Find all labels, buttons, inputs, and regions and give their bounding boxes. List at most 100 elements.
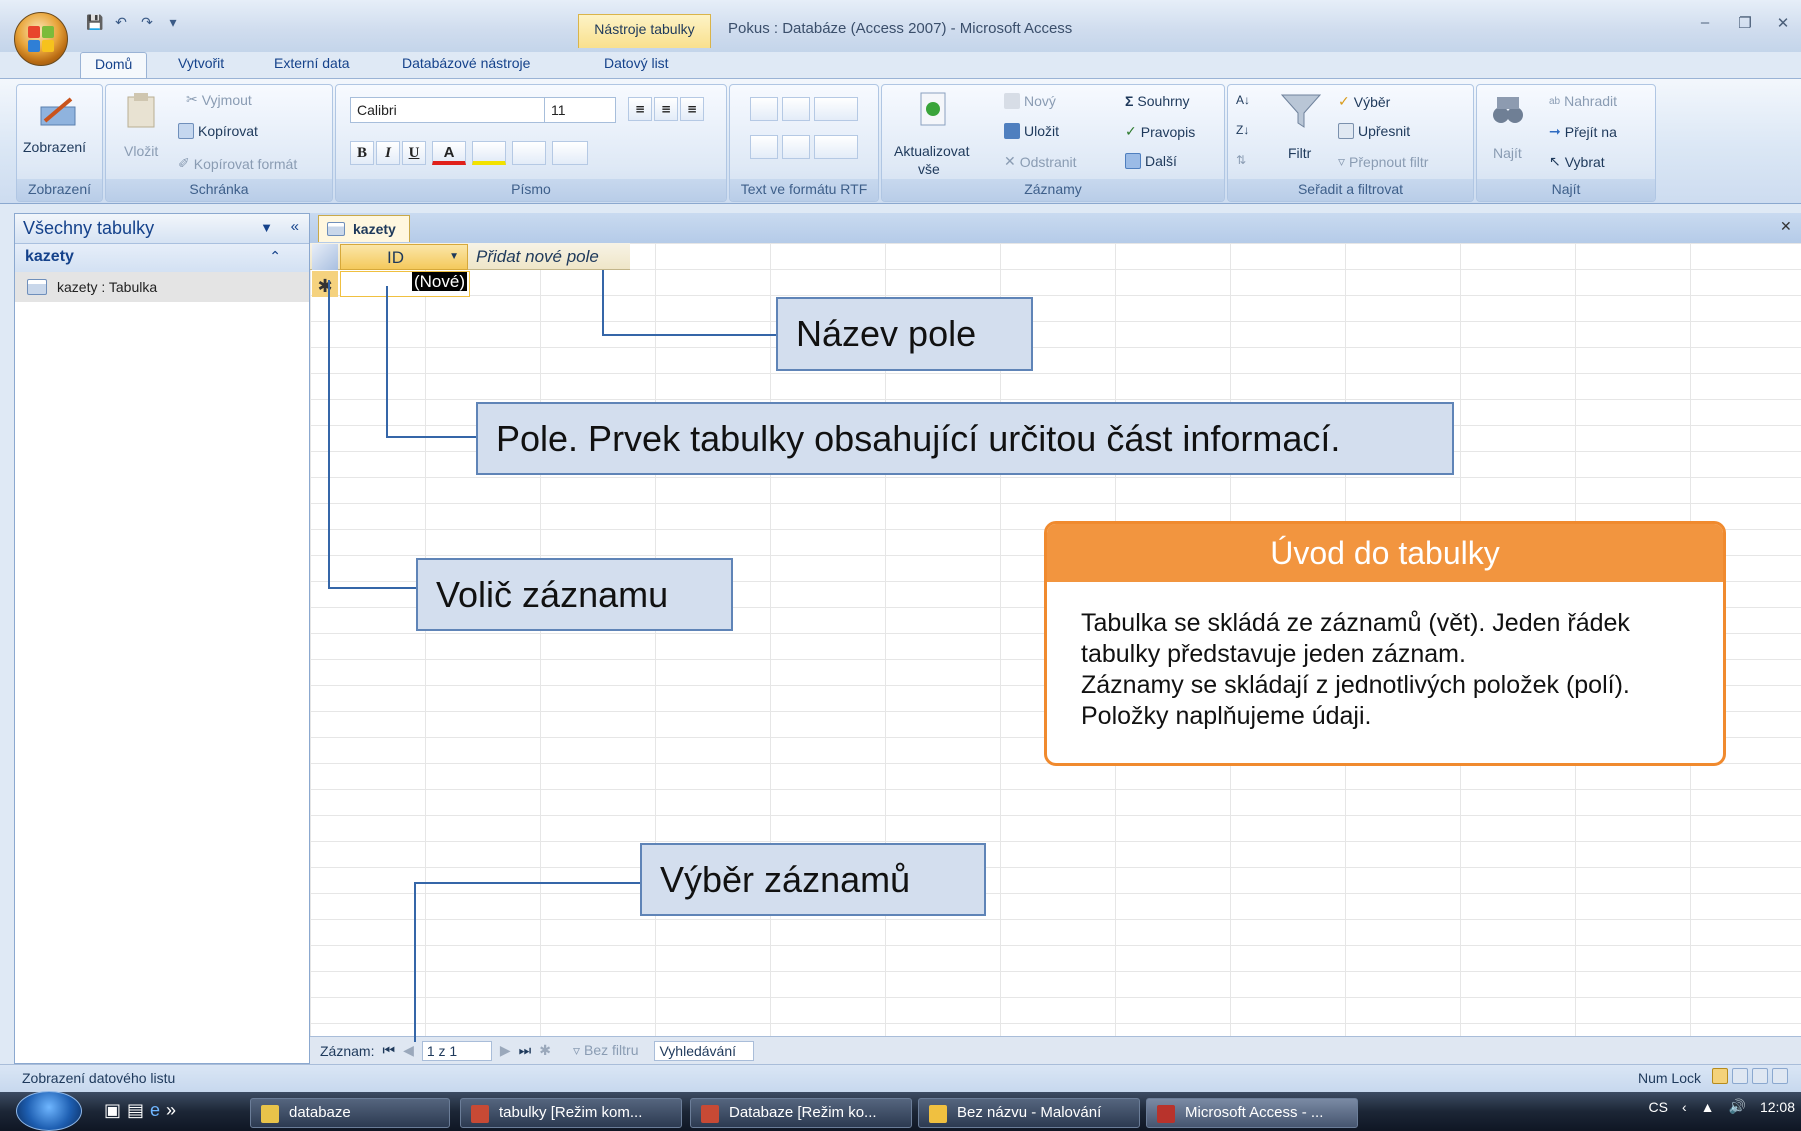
- close-icon[interactable]: ✕: [1768, 14, 1798, 36]
- group-collapse-icon[interactable]: ⌃: [269, 248, 281, 265]
- filter-status-button[interactable]: ▿ Bez filtru: [573, 1042, 639, 1059]
- increase-indent-icon[interactable]: [782, 97, 810, 121]
- fill-color-icon[interactable]: [472, 141, 506, 165]
- start-button[interactable]: [16, 1091, 82, 1131]
- align-right-icon[interactable]: ≡: [680, 97, 704, 121]
- datasheet-view-icon[interactable]: [1712, 1068, 1728, 1084]
- column-dropdown-icon[interactable]: ▼: [449, 251, 459, 262]
- italic-button[interactable]: I: [376, 141, 400, 165]
- font-size-select[interactable]: 11: [544, 97, 616, 123]
- nahradit-button[interactable]: ab Nahradit: [1549, 93, 1617, 109]
- bold-button[interactable]: B: [350, 141, 374, 165]
- sort-asc-icon[interactable]: A↓: [1236, 93, 1250, 107]
- gridlines-icon[interactable]: [512, 141, 546, 165]
- taskbar-item-databaze[interactable]: databaze: [250, 1098, 450, 1128]
- font-name-select[interactable]: Calibri: [350, 97, 550, 123]
- restore-icon[interactable]: ❐: [1730, 14, 1760, 36]
- pravopis-button[interactable]: ✓ Pravopis: [1125, 123, 1195, 140]
- prejit-na-button[interactable]: ➞ Přejít na: [1549, 123, 1617, 140]
- nav-group-header[interactable]: kazety ⌃: [15, 244, 309, 272]
- bullets-icon[interactable]: [782, 135, 810, 159]
- vlozit-button[interactable]: Vložit: [124, 143, 158, 159]
- switch-windows-icon[interactable]: ▤: [127, 1100, 144, 1121]
- show-desktop-icon[interactable]: ▣: [104, 1100, 121, 1121]
- nav-collapse-icon[interactable]: «: [291, 218, 299, 235]
- vyber-button[interactable]: ✓ Výběr: [1338, 93, 1390, 110]
- internet-explorer-icon[interactable]: e: [150, 1100, 160, 1121]
- paragraph-icon[interactable]: [814, 97, 858, 121]
- add-new-field-header[interactable]: Přidat nové pole: [470, 244, 630, 270]
- clear-sort-icon[interactable]: ⇅: [1236, 153, 1246, 167]
- odstranit-button[interactable]: ✕ Odstranit: [1004, 153, 1077, 170]
- close-document-icon[interactable]: ✕: [1780, 218, 1792, 235]
- novy-button[interactable]: Nový: [1004, 93, 1056, 109]
- kopirovat-button[interactable]: Kopírovat: [178, 123, 258, 139]
- current-record-field[interactable]: 1 z 1: [421, 1040, 492, 1061]
- new-record-nav-icon[interactable]: ✱: [539, 1042, 551, 1059]
- aktualizovat-button[interactable]: Aktualizovat: [894, 143, 969, 159]
- alternate-fill-icon[interactable]: [552, 141, 588, 165]
- decrease-indent-icon[interactable]: [750, 97, 778, 121]
- taskbar-item-access[interactable]: Microsoft Access - ...: [1146, 1098, 1358, 1128]
- language-indicator[interactable]: CS: [1649, 1099, 1668, 1115]
- last-record-icon[interactable]: ⏭: [519, 1042, 532, 1059]
- nav-item-kazety-table[interactable]: kazety : Tabulka: [15, 272, 309, 302]
- first-record-icon[interactable]: ⏮: [382, 1042, 395, 1059]
- undo-icon[interactable]: ↶: [110, 12, 132, 32]
- search-field[interactable]: Vyhledávání: [654, 1040, 755, 1061]
- new-record-id-cell[interactable]: (Nové): [340, 271, 470, 297]
- office-button[interactable]: [14, 12, 68, 66]
- volume-icon[interactable]: 🔊: [1729, 1098, 1746, 1115]
- connector-line: [602, 334, 778, 336]
- ulozit-button[interactable]: Uložit: [1004, 123, 1059, 139]
- minimize-icon[interactable]: –: [1690, 14, 1720, 36]
- vyjmout-button[interactable]: ✂ Vyjmout: [186, 91, 252, 108]
- sort-desc-icon[interactable]: Z↓: [1236, 123, 1249, 137]
- save-icon[interactable]: 💾: [84, 12, 106, 32]
- taskbar-item-tabulky[interactable]: tabulky [Režim kom...: [460, 1098, 682, 1128]
- info-line: Tabulka se skládá ze záznamů (vět). Jede…: [1081, 609, 1630, 637]
- quick-launch-more-icon[interactable]: »: [166, 1100, 176, 1121]
- align-center-icon[interactable]: ≡: [654, 97, 678, 121]
- zobrazeni-button[interactable]: Zobrazení: [23, 139, 86, 155]
- numbering-icon[interactable]: [750, 135, 778, 159]
- redo-icon[interactable]: ↷: [136, 12, 158, 32]
- tab-databazove-nastroje[interactable]: Databázové nástroje: [388, 52, 544, 78]
- pivot-chart-view-icon[interactable]: [1752, 1068, 1768, 1084]
- select-all-corner[interactable]: [312, 244, 338, 270]
- taskbar-item-malovani[interactable]: Bez názvu - Malování: [918, 1098, 1140, 1128]
- upresnit-button[interactable]: Upřesnit: [1338, 123, 1410, 139]
- field-header-id[interactable]: ID ▼: [340, 244, 468, 270]
- tab-datovy-list[interactable]: Datový list: [590, 52, 683, 78]
- previous-record-icon[interactable]: ◀: [403, 1042, 414, 1059]
- vyber-label: Výběr: [1353, 93, 1391, 110]
- nav-menu-dropdown-icon[interactable]: ▼: [260, 220, 273, 235]
- tab-domu[interactable]: Domů: [80, 52, 148, 79]
- document-tab-kazety[interactable]: kazety: [318, 215, 410, 242]
- dalsi-button[interactable]: Další: [1125, 153, 1177, 169]
- najit-button[interactable]: Najít: [1493, 145, 1522, 161]
- taskbar-item-databaze-rezim[interactable]: Databaze [Režim ko...: [690, 1098, 912, 1128]
- underline-button[interactable]: U: [402, 141, 426, 165]
- tray-expand-icon[interactable]: ‹: [1682, 1099, 1687, 1115]
- qat-customize-icon[interactable]: ▾: [162, 12, 184, 32]
- clock[interactable]: 12:08: [1760, 1099, 1795, 1115]
- tab-vytvorit[interactable]: Vytvořit: [164, 52, 238, 78]
- design-view-icon[interactable]: [1772, 1068, 1788, 1084]
- network-icon[interactable]: ▲: [1701, 1099, 1715, 1115]
- filtr-button[interactable]: Filtr: [1288, 145, 1311, 161]
- tab-externi-data[interactable]: Externí data: [260, 52, 364, 78]
- align-left-icon[interactable]: ≡: [628, 97, 652, 121]
- highlight-icon[interactable]: [814, 135, 858, 159]
- prepnout-filtr-button[interactable]: ▿ Přepnout filtr: [1338, 153, 1428, 170]
- font-color-icon[interactable]: A: [432, 141, 466, 165]
- pivot-table-view-icon[interactable]: [1732, 1068, 1748, 1084]
- info-box: Úvod do tabulky Tabulka se skládá ze záz…: [1044, 521, 1726, 766]
- next-record-icon[interactable]: ▶: [500, 1042, 511, 1059]
- vybrat-button[interactable]: ↖ Vybrat: [1549, 153, 1605, 170]
- nav-pane-header[interactable]: Všechny tabulky ▼ «: [15, 214, 309, 244]
- record-nav-label: Záznam:: [320, 1042, 375, 1059]
- kopirovat-format-button[interactable]: ✐ Kopírovat formát: [178, 155, 297, 172]
- record-selector-new[interactable]: ✱: [312, 271, 338, 297]
- souhrny-button[interactable]: Σ Souhrny: [1125, 93, 1190, 109]
